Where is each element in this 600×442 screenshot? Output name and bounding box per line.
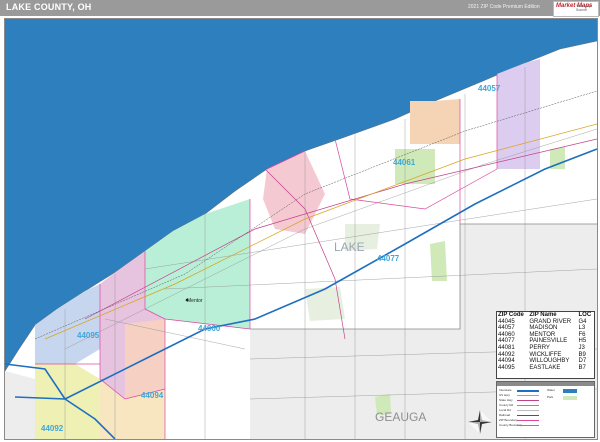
- legend-row: 44094 WILLOUGHBY D7: [497, 358, 594, 365]
- zip-legend: ZIP Code ZIP Name LOC 44045 GRAND RIVER G4…: [496, 311, 595, 379]
- legend-zip-name: WICKLIFFE: [529, 351, 562, 358]
- publisher-logo[interactable]: Market Maps Your Map Source: [553, 1, 599, 17]
- key-item: US Hwy: [499, 393, 510, 397]
- legend-zip: 44081: [498, 344, 515, 351]
- key-water-swatch: [563, 389, 577, 393]
- legend-zip-name: EASTLAKE: [529, 364, 561, 371]
- legend-loc: B7: [578, 364, 586, 371]
- zip-legend-table: ZIP Code ZIP Name LOC 44045 GRAND RIVER G4…: [497, 312, 594, 371]
- legend-row: 44092 WICKLIFFE B9: [497, 352, 594, 359]
- legend-header-loc: LOC: [578, 312, 592, 318]
- key-item: State Hwy: [499, 398, 513, 402]
- key-item: County Rd: [499, 403, 514, 407]
- key-zip-boundary-swatch: [517, 420, 539, 421]
- legend-zip-name: MENTOR: [529, 331, 556, 338]
- legend-loc: H5: [578, 338, 587, 345]
- key-item: Park: [547, 395, 554, 399]
- legend-row: 44060 MENTOR F6: [497, 332, 594, 339]
- legend-loc: F6: [578, 331, 586, 338]
- edition-label: 2021 ZIP Code Premium Edition: [468, 4, 540, 10]
- neighbor-county-label: GEAUGA: [375, 410, 426, 424]
- map-key: Interstate US Hwy State Hwy County Rd Lo…: [496, 381, 595, 438]
- legend-zip: 44057: [498, 325, 515, 332]
- legend-zip: 44077: [498, 338, 515, 345]
- key-county-boundary-swatch: [517, 425, 539, 426]
- legend-zip-name: MADISON: [529, 325, 558, 332]
- cuyahoga-county-area: [5, 371, 35, 439]
- compass-rose-icon: [468, 410, 492, 434]
- title-bar: LAKE COUNTY, OH 2021 ZIP Code Premium Ed…: [0, 0, 600, 17]
- key-county-rd-swatch: [517, 405, 539, 406]
- legend-zip: 44095: [498, 364, 515, 371]
- map-key-header: [497, 382, 594, 386]
- legend-zip: 44045: [498, 318, 515, 325]
- legend-header-zip: ZIP Code: [498, 312, 524, 318]
- key-state-hwy-swatch: [517, 400, 539, 401]
- legend-loc: B9: [578, 351, 586, 358]
- key-interstate-swatch: [517, 390, 539, 392]
- key-item: Local Rd: [499, 408, 511, 412]
- zip-area-madison-orange: [410, 99, 460, 144]
- county-label: LAKE: [334, 240, 365, 254]
- logo-subtitle: Your Map Source: [576, 4, 591, 12]
- map-title: LAKE COUNTY, OH: [6, 2, 92, 12]
- zip-label-44057: 44057: [478, 84, 501, 93]
- legend-zip-name: GRAND RIVER: [529, 318, 572, 325]
- legend-header-name: ZIP Name: [529, 312, 557, 318]
- zip-label-44094: 44094: [141, 391, 164, 400]
- legend-row: 44057 MADISON L3: [497, 325, 594, 332]
- zip-label-44077: 44077: [377, 254, 400, 263]
- key-item: Railroad: [499, 413, 511, 417]
- legend-row: 44095 EASTLAKE B7: [497, 365, 594, 372]
- legend-zip-name: PAINESVILLE: [529, 338, 568, 345]
- park-area: [430, 241, 447, 281]
- key-item: ZIP Boundary: [499, 418, 518, 422]
- key-park-swatch: [563, 396, 577, 400]
- legend-zip: 44094: [498, 358, 515, 365]
- zip-area-madison-purple: [497, 59, 540, 169]
- zip-label-44060: 44060: [198, 324, 221, 333]
- city-label: Mentor: [187, 298, 203, 304]
- legend-zip: 44060: [498, 331, 515, 338]
- legend-row: 44045 GRAND RIVER G4: [497, 319, 594, 326]
- key-item: Water: [547, 388, 555, 392]
- legend-zip-name: PERRY: [529, 344, 550, 351]
- legend-row: 44081 PERRY J3: [497, 345, 594, 352]
- zip-label-44092: 44092: [41, 424, 64, 433]
- legend-zip-name: WILLOUGHBY: [529, 358, 570, 365]
- key-railroad-swatch: [517, 415, 539, 416]
- zip-area-kirtland: [165, 319, 250, 439]
- zip-label-44095: 44095: [77, 331, 100, 340]
- legend-row: 44077 PAINESVILLE H5: [497, 338, 594, 345]
- legend-loc: G4: [578, 318, 587, 325]
- legend-header-row: ZIP Code ZIP Name LOC: [497, 312, 594, 319]
- legend-loc: L3: [578, 325, 586, 332]
- key-us-hwy-swatch: [517, 395, 539, 396]
- key-local-rd-swatch: [517, 410, 539, 411]
- legend-loc: J3: [578, 344, 585, 351]
- legend-loc: D7: [578, 358, 587, 365]
- key-item: Interstate: [499, 388, 512, 392]
- city-marker: [185, 298, 189, 302]
- zip-label-44061: 44061: [393, 158, 416, 167]
- legend-zip: 44092: [498, 351, 515, 358]
